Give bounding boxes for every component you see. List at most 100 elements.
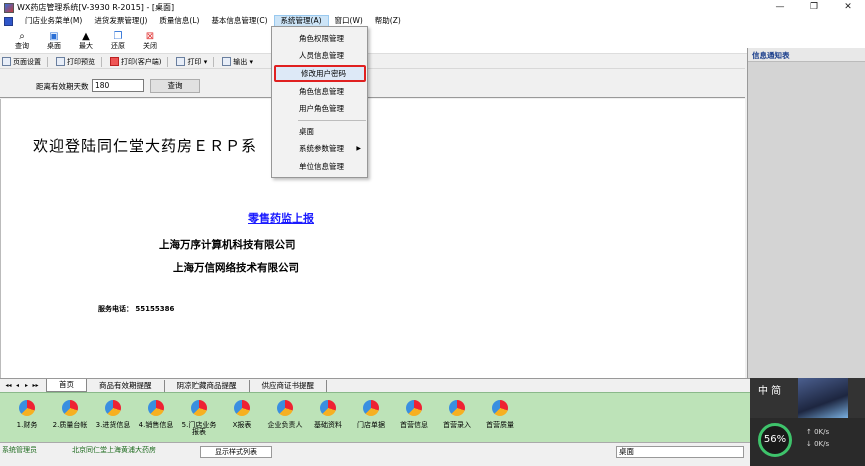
system-menu-icon[interactable]	[4, 16, 13, 26]
tab-next-icon[interactable]: ▸	[22, 382, 31, 389]
print-client-label: 打印(客户端)	[121, 57, 162, 66]
pie-chart-icon	[191, 400, 207, 416]
pie-chart-icon	[492, 400, 508, 416]
shortcut-store-report[interactable]: 5.门店业务报表	[178, 393, 220, 443]
character-image	[798, 378, 848, 418]
menu-help[interactable]: 帮助(Z)	[369, 15, 407, 27]
close-toolbar-button[interactable]: ⊠ 关闭	[134, 27, 166, 54]
close-window-button[interactable]: ✕	[831, 0, 865, 15]
shortcut-label: 首营信息	[400, 421, 428, 429]
submenu-arrow-icon: ▶	[356, 145, 361, 152]
print-client-button[interactable]: 打印(客户端)	[110, 56, 169, 67]
shortcut-first-business-entry[interactable]: 首营录入	[436, 393, 478, 443]
welcome-heading: 欢迎登陆同仁堂大药房ＥＲＰ系	[33, 137, 258, 155]
tab-last-icon[interactable]: ▸▸	[31, 382, 40, 389]
desktop-toolbar-button[interactable]: ▣ 桌面	[38, 27, 70, 54]
pie-chart-icon	[406, 400, 422, 416]
export-button[interactable]: 输出 ▾	[222, 57, 253, 67]
shortcut-sales-info[interactable]: 4.销售信息	[135, 393, 177, 443]
shortcut-first-business-quality[interactable]: 首营质量	[479, 393, 521, 443]
menu-staff-info[interactable]: 人员信息管理	[274, 47, 366, 64]
ime-avatar-panel: 中 简	[750, 378, 865, 418]
query-button[interactable]: 查询	[150, 79, 200, 93]
maximize-toolbar-button[interactable]: ▲ 最大	[70, 27, 102, 54]
page-setup-button[interactable]: 页面设置	[2, 56, 48, 67]
shortcut-finance[interactable]: 1.财务	[6, 393, 48, 443]
shortcut-basic-data[interactable]: 基础资料	[307, 393, 349, 443]
retail-report-link[interactable]: 零售药监上报	[248, 210, 314, 226]
tab-expiry-reminder[interactable]: 商品有效期提醒	[87, 379, 165, 392]
pie-chart-icon	[19, 400, 35, 416]
upload-value: 0K/s	[814, 428, 830, 436]
close-icon: ⊠	[145, 30, 155, 42]
print-button[interactable]: 打印 ▾	[176, 56, 215, 67]
style-list-select[interactable]: 显示样式列表	[200, 446, 272, 458]
pie-chart-icon	[363, 400, 379, 416]
status-bar: 系统管理员 北京同仁堂上海黄浦大药房 显示样式列表 桌面	[0, 442, 750, 466]
speed-gauge: 56%	[758, 423, 792, 457]
print-preview-icon	[56, 57, 65, 66]
menu-user-roles[interactable]: 用户角色管理	[274, 100, 366, 117]
maximize-button[interactable]: ❐	[797, 0, 831, 15]
main-toolbar: ⌕ 查询 ▣ 桌面 ▲ 最大 ❐ 还原 ⊠ 关闭	[0, 27, 865, 54]
menu-quality-info[interactable]: 质量信息(L)	[153, 15, 205, 27]
pie-chart-icon	[62, 400, 78, 416]
tab-home[interactable]: 首页	[46, 379, 87, 392]
pie-chart-icon	[449, 400, 465, 416]
page-setup-label: 页面设置	[13, 57, 41, 66]
window-controls: — ❐ ✕	[763, 0, 865, 15]
query-toolbar-button[interactable]: ⌕ 查询	[6, 27, 38, 54]
company-name-2: 上海万信网络技术有限公司	[173, 262, 299, 274]
ime-indicator[interactable]: 中 简	[758, 382, 781, 397]
maximize-label: 最大	[79, 41, 93, 50]
app-icon	[4, 2, 14, 13]
shortcut-first-business-info[interactable]: 首营信息	[393, 393, 435, 443]
maximize-icon: ▲	[82, 30, 90, 42]
desktop-label: 桌面	[47, 41, 61, 50]
menu-unit-info[interactable]: 单位信息管理	[274, 158, 366, 175]
menu-role-permissions[interactable]: 角色权限管理	[274, 30, 366, 47]
menu-system-params[interactable]: 系统参数管理 ▶	[274, 140, 366, 157]
page-setup-icon	[2, 57, 11, 66]
tab-prev-icon[interactable]: ◂	[13, 382, 22, 389]
expiry-days-input[interactable]	[92, 79, 144, 92]
shortcut-label: 4.销售信息	[138, 421, 174, 429]
menu-purchase-invoice[interactable]: 进货发票管理(J)	[88, 15, 153, 27]
upload-speed: ↑ 0K/s	[806, 428, 830, 436]
pie-chart-icon	[234, 400, 250, 416]
shortcut-x-report[interactable]: X报表	[221, 393, 263, 443]
tab-nav: ◂◂ ◂ ▸ ▸▸	[4, 382, 40, 389]
window-title: WX药店管理系统[V-3930 R-2015] - [桌面]	[17, 3, 175, 12]
print-preview-button[interactable]: 打印预览	[56, 56, 102, 67]
shortcut-label: 5.门店业务报表	[181, 421, 217, 436]
tab-supplier-cert-reminder[interactable]: 供应商证书提醒	[250, 379, 327, 392]
shortcut-quality-ledger[interactable]: 2.质量台帐	[49, 393, 91, 443]
tab-first-icon[interactable]: ◂◂	[4, 382, 13, 389]
menu-basic-info[interactable]: 基本信息管理(C)	[205, 15, 273, 27]
shortcut-label: 3.进货信息	[95, 421, 131, 429]
shortcut-label: 1.财务	[16, 421, 38, 429]
service-phone: 服务电话： 55155386	[98, 305, 175, 313]
location-select[interactable]: 桌面	[616, 446, 744, 458]
status-user: 系统管理员	[2, 446, 37, 454]
restore-toolbar-button[interactable]: ❐ 还原	[102, 27, 134, 54]
shortcut-store-docs[interactable]: 门店单据	[350, 393, 392, 443]
minimize-button[interactable]: —	[763, 0, 797, 15]
menu-role-info[interactable]: 角色信息管理	[274, 83, 366, 100]
menu-separator	[298, 120, 366, 121]
pdf-icon	[110, 57, 119, 66]
query-label: 查询	[15, 41, 29, 50]
close-label: 关闭	[143, 41, 157, 50]
shortcut-legal-person[interactable]: 企业负责人	[264, 393, 306, 443]
menu-desktop[interactable]: 桌面	[274, 123, 366, 140]
system-management-dropdown: 角色权限管理 人员信息管理 修改用户密码 角色信息管理 用户角色管理 桌面 系统…	[271, 26, 368, 178]
network-speed-widget: 56% ↑ 0K/s ↓ 0K/s	[750, 418, 865, 466]
menu-change-password[interactable]: 修改用户密码	[274, 65, 366, 82]
export-label: 输出 ▾	[233, 57, 253, 66]
shortcut-label: X报表	[232, 421, 252, 429]
restore-label: 还原	[111, 41, 125, 50]
tab-cool-storage-reminder[interactable]: 阴凉贮藏商品提醒	[165, 379, 250, 392]
shortcut-purchase-info[interactable]: 3.进货信息	[92, 393, 134, 443]
menu-store-business[interactable]: 门店业务菜单(M)	[19, 15, 88, 27]
restore-icon: ❐	[113, 30, 123, 42]
